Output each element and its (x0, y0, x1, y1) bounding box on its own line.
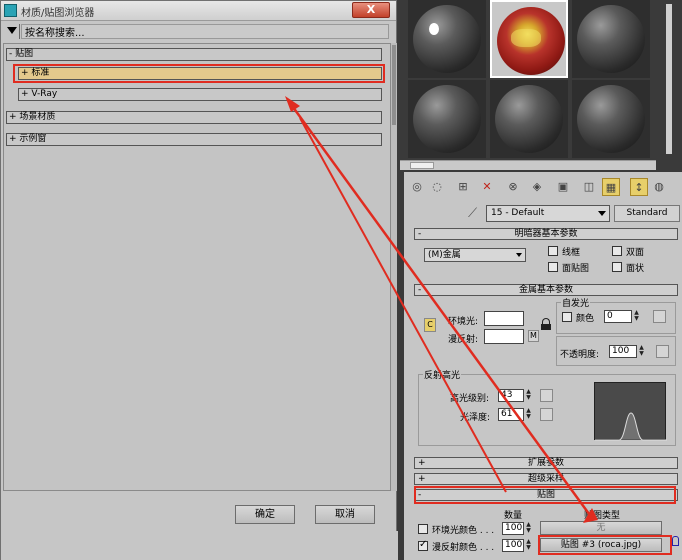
highlight-box (414, 486, 676, 504)
highlight-box (538, 535, 672, 555)
lock-ambient-diffuse-button[interactable]: C (424, 318, 436, 332)
material-id-icon[interactable]: ◫ (580, 178, 598, 196)
glossiness-map-button[interactable] (540, 408, 553, 421)
browser-footer: 确定 取消 (3, 495, 394, 531)
group-label: + 示例窗 (9, 134, 47, 144)
tree-item-label: + V-Ray (21, 89, 58, 99)
ambient-map-slot[interactable]: 无 (540, 521, 662, 535)
options-dropdown-icon[interactable] (7, 27, 17, 34)
lock-icon[interactable] (672, 536, 679, 546)
diffuse-color-swatch[interactable] (484, 329, 524, 344)
material-type-button[interactable]: Standard (614, 205, 680, 222)
spinner-arrows-icon[interactable]: ▲ ▼ (638, 345, 645, 358)
search-row (3, 23, 394, 41)
sample-slot[interactable] (572, 80, 650, 158)
sample-slot[interactable] (572, 0, 650, 78)
put-to-library-icon[interactable]: ▣ (554, 178, 572, 196)
browser-title: 材质/贴图浏览器 (21, 8, 95, 19)
material-name-field[interactable]: 15 - Default (486, 205, 610, 222)
sample-sphere (495, 85, 563, 153)
face-map-checkbox[interactable] (548, 262, 558, 272)
opacity-map-button[interactable] (656, 345, 669, 358)
ambient-amount-spinner[interactable]: 100 (502, 522, 524, 535)
pick-material-icon[interactable]: ⟋ (468, 206, 477, 221)
ambient-map-checkbox[interactable] (418, 524, 428, 534)
cancel-button[interactable]: 取消 (315, 505, 375, 524)
sample-slot[interactable] (408, 80, 486, 158)
self-illum-spinner[interactable]: 0 (604, 310, 632, 323)
group-label: + 场景材质 (9, 112, 56, 122)
put-to-scene-icon[interactable]: ◌ (428, 178, 446, 196)
glossiness-spinner[interactable]: 61 (498, 408, 524, 421)
group-maps[interactable]: - 贴图 (6, 48, 382, 61)
editor-toolbar: ◎ ◌ ⊞ ✕ ⊗ ◈ ▣ ◫ ▦ ↕ ◍ (404, 178, 682, 200)
sample-slot[interactable] (408, 0, 486, 78)
extended-params-rollout[interactable]: + 扩展参数 (414, 457, 678, 469)
spinner-arrows-icon[interactable]: ▲ ▼ (525, 539, 532, 552)
material-editor: ◎ ◌ ⊞ ✕ ⊗ ◈ ▣ ◫ ▦ ↕ ◍ ⟋ 15 - Default Sta… (400, 0, 682, 560)
slots-h-scrollbar[interactable] (400, 160, 656, 170)
self-illum-color-checkbox[interactable] (562, 312, 572, 322)
diffuse-map-checkbox[interactable] (418, 539, 428, 551)
reset-map-icon[interactable]: ✕ (478, 178, 496, 196)
sample-slot-active[interactable] (490, 0, 568, 78)
supersampling-rollout[interactable]: + 超级采样 (414, 473, 678, 485)
spinner-arrows-icon[interactable]: ▲ ▼ (525, 522, 532, 535)
specular-level-map-button[interactable] (540, 389, 553, 402)
material-name-row: ⟋ 15 - Default Standard (404, 204, 682, 224)
diffuse-amount-spinner[interactable]: 100 (502, 539, 524, 552)
opacity-spinner[interactable]: 100 (609, 345, 637, 358)
sample-slot[interactable] (490, 80, 568, 158)
ok-button[interactable]: 确定 (235, 505, 295, 524)
search-input[interactable] (21, 24, 389, 39)
copy-material-icon[interactable]: ⊗ (504, 178, 522, 196)
specular-level-spinner[interactable]: 43 (498, 389, 524, 402)
highlight-curve-icon (595, 412, 667, 441)
metal-rollout-header[interactable]: - 金属基本参数 (414, 284, 678, 296)
two-sided-checkbox[interactable] (612, 246, 622, 256)
spinner-arrows-icon[interactable]: ▲ ▼ (525, 408, 532, 421)
assign-material-icon[interactable]: ⊞ (454, 178, 472, 196)
sample-sphere (413, 5, 481, 73)
make-unique-icon[interactable]: ◈ (528, 178, 546, 196)
tree-item-vray[interactable]: + V-Ray (18, 88, 382, 101)
editor-body: ◎ ◌ ⊞ ✕ ⊗ ◈ ▣ ◫ ▦ ↕ ◍ ⟋ 15 - Default Sta… (404, 172, 682, 560)
diffuse-map-button[interactable]: M (528, 330, 539, 342)
material-map-browser-dialog: 材质/贴图浏览器 X - 贴图 + 标准 + V-Ray + 场景材质 + 示例… (0, 0, 398, 560)
self-illum-map-button[interactable] (653, 310, 666, 323)
sample-sphere (577, 5, 645, 73)
sample-sphere-rock (497, 7, 565, 75)
go-to-parent-icon[interactable]: ◍ (650, 178, 668, 196)
shader-type-dropdown[interactable]: (M)金属 (424, 248, 526, 262)
browser-tree: - 贴图 + 标准 + V-Ray + 场景材质 + 示例窗 (3, 43, 391, 491)
group-sample-slots[interactable]: + 示例窗 (6, 133, 382, 146)
highlight-box (13, 64, 385, 83)
ambient-color-swatch[interactable] (484, 311, 524, 326)
spinner-arrows-icon[interactable]: ▲ ▼ (633, 310, 640, 323)
app-icon (4, 4, 17, 17)
show-end-result-icon[interactable]: ↕ (630, 178, 648, 196)
sample-sphere (577, 85, 645, 153)
spinner-arrows-icon[interactable]: ▲ ▼ (525, 389, 532, 402)
tree-scrollbar[interactable] (391, 43, 397, 491)
browser-titlebar: 材质/贴图浏览器 X (1, 1, 396, 21)
faceted-checkbox[interactable] (612, 262, 622, 272)
sample-sphere (413, 85, 481, 153)
show-map-icon[interactable]: ▦ (602, 178, 620, 196)
group-scene-materials[interactable]: + 场景材质 (6, 111, 382, 124)
slots-scrollbar[interactable] (656, 0, 682, 162)
close-button[interactable]: X (352, 2, 390, 18)
shader-rollout-header[interactable]: - 明暗器基本参数 (414, 228, 678, 240)
highlight-curve-graph (594, 382, 667, 441)
group-label: - 贴图 (9, 49, 34, 59)
get-material-icon[interactable]: ◎ (408, 178, 426, 196)
wire-checkbox[interactable] (548, 246, 558, 256)
